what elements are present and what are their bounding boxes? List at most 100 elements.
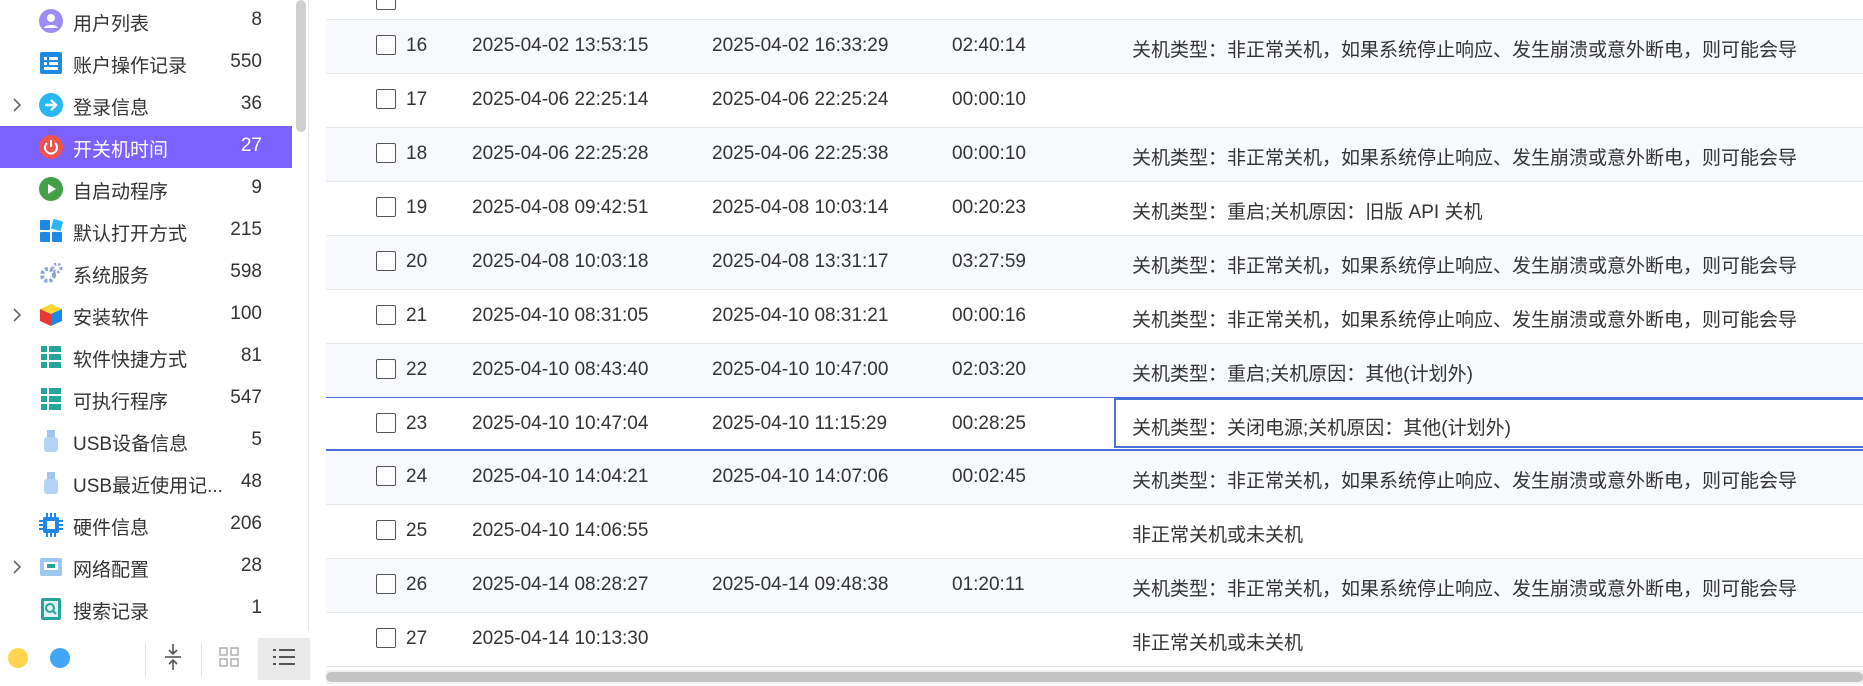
- row-description: 关机类型：重启;关机原因：旧版 API 关机: [1132, 202, 1483, 223]
- sidebar-item-label: 安装软件: [73, 308, 150, 329]
- sidebar-item-label: 系统服务: [73, 266, 150, 287]
- row-duration: 02:40:14: [952, 35, 1026, 56]
- row-start-time: 2025-04-10 14:04:21: [472, 466, 649, 487]
- sidebar-item-installed-software[interactable]: 安装软件 100: [0, 294, 292, 336]
- row-start-time: 2025-04-06 22:25:28: [472, 143, 649, 164]
- table-row[interactable]: 20 2025-04-08 10:03:18 2025-04-08 13:31:…: [326, 236, 1863, 290]
- row-checkbox[interactable]: [376, 251, 396, 271]
- row-description: 关机类型：非正常关机，如果系统停止响应、发生崩溃或意外断电，则可能会导: [1132, 471, 1798, 492]
- row-start-time: 2025-04-08 09:42:51: [472, 197, 649, 218]
- sidebar-item-label: 网络配置: [73, 560, 150, 581]
- row-end-time: 2025-04-10 10:47:00: [712, 359, 889, 380]
- row-end-time: 2025-04-10 14:07:06: [712, 466, 889, 487]
- row-checkbox[interactable]: [376, 0, 396, 10]
- chevron-right-icon[interactable]: [10, 556, 26, 578]
- sidebar-item-label: 默认打开方式: [73, 224, 188, 245]
- row-index: 26: [406, 574, 428, 595]
- row-start-time: 2025-04-06 22:25:14: [472, 89, 649, 110]
- row-checkbox[interactable]: [376, 305, 396, 325]
- row-description: 非正常关机或未关机: [1132, 633, 1304, 654]
- sidebar-item-count: 100: [230, 303, 262, 324]
- table-row[interactable]: 18 2025-04-06 22:25:28 2025-04-06 22:25:…: [326, 128, 1863, 182]
- table-row-selected[interactable]: 23 2025-04-10 10:47:04 2025-04-10 11:15:…: [326, 397, 1863, 451]
- sidebar-item-software-shortcut[interactable]: 软件快捷方式 81: [0, 336, 292, 378]
- row-end-time: 2025-04-14 09:48:38: [712, 574, 889, 595]
- sidebar-item-system-service[interactable]: 系统服务 598: [0, 252, 292, 294]
- sidebar-item-label: 用户列表: [73, 14, 150, 35]
- sidebar-item-power-time[interactable]: 开关机时间 27: [0, 126, 292, 168]
- table-row[interactable]: 16 2025-04-02 13:53:15 2025-04-02 16:33:…: [326, 20, 1863, 74]
- sidebar-item-label: 可执行程序: [73, 392, 169, 413]
- collapse-vertical-icon: [162, 643, 184, 676]
- sidebar-item-hardware[interactable]: 硬件信息 206: [0, 504, 292, 546]
- row-duration: 00:28:25: [952, 413, 1026, 434]
- sidebar-item-count: 28: [240, 555, 262, 576]
- row-end-time: 2025-04-08 13:31:17: [712, 251, 889, 272]
- table-row-partial[interactable]: [326, 0, 1863, 20]
- sidebar-item-executable[interactable]: 可执行程序 547: [0, 378, 292, 420]
- row-checkbox[interactable]: [376, 466, 396, 486]
- chevron-right-icon[interactable]: [10, 94, 26, 116]
- status-dot-yellow[interactable]: [8, 648, 28, 668]
- row-index: 24: [406, 466, 428, 487]
- row-description: 关机类型：重启;关机原因：其他(计划外): [1132, 364, 1473, 385]
- sidebar-item-usb-history[interactable]: USB最近使用记... 48: [0, 462, 292, 504]
- sidebar-scrollbar[interactable]: [296, 0, 306, 132]
- table-row[interactable]: 25 2025-04-10 14:06:55 非正常关机或未关机: [326, 505, 1863, 559]
- sidebar-item-count: 48: [240, 471, 262, 492]
- sidebar-item-default-open[interactable]: 默认打开方式 215: [0, 210, 292, 252]
- horizontal-scrollbar-thumb[interactable]: [326, 672, 1863, 682]
- row-checkbox[interactable]: [376, 628, 396, 648]
- sidebar-item-count: 9: [251, 177, 262, 198]
- chevron-right-icon[interactable]: [10, 304, 26, 326]
- sidebar-item-count: 5: [251, 429, 262, 450]
- sidebar-item-usb-device[interactable]: USB设备信息 5: [0, 420, 292, 462]
- list-view-button[interactable]: [258, 638, 310, 680]
- grid-view-button[interactable]: [207, 638, 251, 680]
- row-start-time: 2025-04-08 10:03:18: [472, 251, 649, 272]
- status-dot-blue[interactable]: [50, 648, 70, 668]
- row-checkbox[interactable]: [376, 197, 396, 217]
- row-checkbox[interactable]: [376, 359, 396, 379]
- collapse-all-button[interactable]: [151, 638, 195, 680]
- sidebar-item-label: 账户操作记录: [73, 56, 188, 77]
- network-icon: [38, 554, 64, 580]
- sidebar-item-autostart[interactable]: 自启动程序 9: [0, 168, 292, 210]
- row-description: 非正常关机或未关机: [1132, 525, 1304, 546]
- row-checkbox[interactable]: [376, 35, 396, 55]
- table-row[interactable]: 22 2025-04-10 08:43:40 2025-04-10 10:47:…: [326, 344, 1863, 398]
- table-row[interactable]: 17 2025-04-06 22:25:14 2025-04-06 22:25:…: [326, 74, 1863, 128]
- row-end-time: 2025-04-06 22:25:24: [712, 89, 889, 110]
- sidebar-item-login-info[interactable]: 登录信息 36: [0, 84, 292, 126]
- row-checkbox[interactable]: [376, 89, 396, 109]
- list-icon: [272, 647, 296, 672]
- row-index: 27: [406, 628, 428, 649]
- row-checkbox[interactable]: [376, 143, 396, 163]
- row-checkbox[interactable]: [376, 520, 396, 540]
- table-row[interactable]: 24 2025-04-10 14:04:21 2025-04-10 14:07:…: [326, 451, 1863, 505]
- row-checkbox[interactable]: [376, 413, 396, 433]
- row-index: 21: [406, 305, 428, 326]
- sidebar-item-user-list[interactable]: 用户列表 8: [0, 0, 292, 42]
- table-row[interactable]: 19 2025-04-08 09:42:51 2025-04-08 10:03:…: [326, 182, 1863, 236]
- sidebar-divider: [308, 0, 309, 686]
- autostart-play-icon: [38, 176, 64, 202]
- row-duration: 00:00:16: [952, 305, 1026, 326]
- default-open-icon: [38, 218, 64, 244]
- sidebar-item-account-log[interactable]: 账户操作记录 550: [0, 42, 292, 84]
- usb-icon: [38, 428, 64, 454]
- horizontal-scrollbar[interactable]: [326, 670, 1863, 684]
- table-row[interactable]: 21 2025-04-10 08:31:05 2025-04-10 08:31:…: [326, 290, 1863, 344]
- search-record-icon: [38, 596, 64, 622]
- table-row[interactable]: 26 2025-04-14 08:28:27 2025-04-14 09:48:…: [326, 559, 1863, 613]
- sidebar-item-count: 215: [230, 219, 262, 240]
- row-end-time: 2025-04-02 16:33:29: [712, 35, 889, 56]
- sidebar-item-network[interactable]: 网络配置 28: [0, 546, 292, 588]
- power-time-table: 16 2025-04-02 13:53:15 2025-04-02 16:33:…: [326, 0, 1863, 668]
- row-duration: 02:03:20: [952, 359, 1026, 380]
- row-checkbox[interactable]: [376, 574, 396, 594]
- row-start-time: 2025-04-10 08:43:40: [472, 359, 649, 380]
- row-start-time: 2025-04-10 14:06:55: [472, 520, 649, 541]
- sidebar-item-search-record[interactable]: 搜索记录 1: [0, 588, 292, 630]
- table-row[interactable]: 27 2025-04-14 10:13:30 非正常关机或未关机: [326, 613, 1863, 667]
